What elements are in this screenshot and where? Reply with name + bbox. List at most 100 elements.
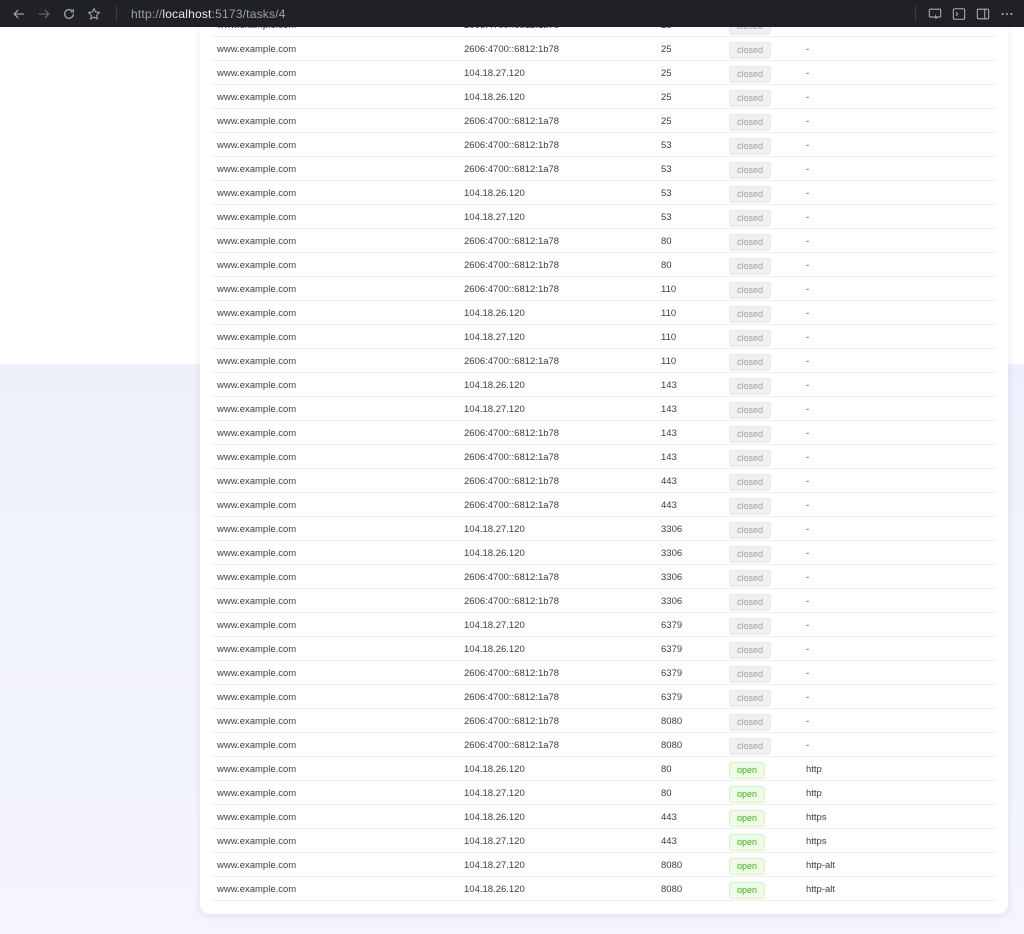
status-badge: closed bbox=[729, 306, 772, 323]
table-row: www.example.com 2606:4700::6812:1b78 330… bbox=[212, 589, 996, 613]
port-cell: 80 bbox=[661, 236, 672, 247]
host-cell: www.example.com bbox=[217, 164, 297, 175]
host-cell: www.example.com bbox=[217, 836, 297, 847]
port-cell: 6379 bbox=[661, 668, 683, 679]
port-cell: 143 bbox=[661, 404, 677, 415]
state-cell: closed bbox=[729, 498, 772, 515]
port-cell: 443 bbox=[661, 476, 677, 487]
service-cell: - bbox=[806, 236, 810, 247]
status-badge: closed bbox=[729, 690, 772, 707]
cast-icon[interactable] bbox=[926, 5, 944, 23]
table-row: www.example.com 2606:4700::6812:1b78 53 … bbox=[212, 133, 996, 157]
ip-cell: 2606:4700::6812:1a78 bbox=[464, 740, 560, 751]
table-row: www.example.com 104.18.27.120 6379 close… bbox=[212, 613, 996, 637]
service-cell: http bbox=[806, 764, 822, 775]
port-cell: 53 bbox=[661, 188, 672, 199]
host-cell: www.example.com bbox=[217, 620, 297, 631]
host-cell: www.example.com bbox=[217, 668, 297, 679]
host-cell: www.example.com bbox=[217, 452, 297, 463]
port-cell: 110 bbox=[661, 284, 677, 295]
table-row: www.example.com 2606:4700::6812:1a78 110… bbox=[212, 349, 996, 373]
ip-cell: 2606:4700::6812:1a78 bbox=[464, 500, 560, 511]
bookmark-star-icon[interactable] bbox=[83, 3, 105, 25]
state-cell: closed bbox=[729, 282, 772, 299]
url-scheme: http:// bbox=[131, 6, 163, 21]
status-badge: closed bbox=[729, 330, 772, 347]
state-cell: open bbox=[729, 858, 766, 875]
toolbar-divider bbox=[116, 5, 117, 22]
status-badge: closed bbox=[729, 498, 772, 515]
url-host: localhost bbox=[162, 6, 212, 21]
table-row: www.example.com 104.18.26.120 80 open ht… bbox=[212, 757, 996, 781]
service-cell: - bbox=[806, 332, 810, 343]
status-badge: closed bbox=[729, 354, 772, 371]
reload-icon[interactable] bbox=[58, 3, 80, 25]
service-cell: - bbox=[806, 428, 810, 439]
address-bar[interactable]: http://localhost:5173/tasks/4 bbox=[131, 7, 286, 21]
ip-cell: 104.18.26.120 bbox=[464, 548, 525, 559]
state-cell: closed bbox=[729, 306, 772, 323]
state-cell: closed bbox=[729, 594, 772, 611]
status-badge: open bbox=[729, 882, 766, 899]
state-cell: closed bbox=[729, 546, 772, 563]
state-cell: closed bbox=[729, 27, 772, 35]
host-cell: www.example.com bbox=[217, 44, 297, 55]
state-cell: closed bbox=[729, 378, 772, 395]
ip-cell: 2606:4700::6812:1a78 bbox=[464, 692, 560, 703]
ip-cell: 2606:4700::6812:1b78 bbox=[464, 716, 560, 727]
table-row: www.example.com 104.18.27.120 53 closed … bbox=[212, 205, 996, 229]
host-cell: www.example.com bbox=[217, 260, 297, 271]
port-cell: 25 bbox=[661, 68, 672, 79]
ip-cell: 104.18.27.120 bbox=[464, 68, 525, 79]
host-cell: www.example.com bbox=[217, 188, 297, 199]
state-cell: closed bbox=[729, 234, 772, 251]
service-cell: - bbox=[806, 716, 810, 727]
sidebar-toggle-icon[interactable] bbox=[974, 5, 992, 23]
ip-cell: 104.18.27.120 bbox=[464, 332, 525, 343]
status-badge: closed bbox=[729, 90, 772, 107]
status-badge: closed bbox=[729, 42, 772, 59]
host-cell: www.example.com bbox=[217, 860, 297, 871]
status-badge: closed bbox=[729, 450, 772, 467]
toolbar-divider bbox=[915, 5, 916, 22]
service-cell: - bbox=[806, 524, 810, 535]
results-card: www.example.com 2606:4700::6812:1b78 25 … bbox=[200, 27, 1008, 914]
status-badge: closed bbox=[729, 378, 772, 395]
service-cell: - bbox=[806, 668, 810, 679]
forward-arrow-icon[interactable] bbox=[33, 3, 55, 25]
status-badge: closed bbox=[729, 402, 772, 419]
table-row: www.example.com 2606:4700::6812:1a78 143… bbox=[212, 445, 996, 469]
toolbar-right-actions bbox=[911, 5, 1016, 23]
ip-cell: 104.18.26.120 bbox=[464, 92, 525, 103]
more-options-icon[interactable] bbox=[998, 5, 1016, 23]
ip-cell: 2606:4700::6812:1a78 bbox=[464, 356, 560, 367]
state-cell: closed bbox=[729, 666, 772, 683]
state-cell: closed bbox=[729, 402, 772, 419]
terminal-icon[interactable] bbox=[950, 5, 968, 23]
state-cell: open bbox=[729, 786, 766, 803]
state-cell: closed bbox=[729, 162, 772, 179]
state-cell: closed bbox=[729, 138, 772, 155]
service-cell: http-alt bbox=[806, 884, 836, 895]
ip-cell: 2606:4700::6812:1a78 bbox=[464, 236, 560, 247]
state-cell: closed bbox=[729, 186, 772, 203]
table-row: www.example.com 104.18.27.120 143 closed… bbox=[212, 397, 996, 421]
back-arrow-icon[interactable] bbox=[8, 3, 30, 25]
status-badge: open bbox=[729, 810, 766, 827]
ip-cell: 2606:4700::6812:1a78 bbox=[464, 452, 560, 463]
browser-toolbar: http://localhost:5173/tasks/4 bbox=[0, 0, 1024, 27]
state-cell: closed bbox=[729, 258, 772, 275]
port-cell: 6379 bbox=[661, 620, 683, 631]
service-cell: - bbox=[806, 188, 810, 199]
service-cell: - bbox=[806, 572, 810, 583]
port-cell: 143 bbox=[661, 428, 677, 439]
port-cell: 8080 bbox=[661, 860, 683, 871]
table-row: www.example.com 2606:4700::6812:1b78 808… bbox=[212, 709, 996, 733]
status-badge: closed bbox=[729, 594, 772, 611]
service-cell: - bbox=[806, 284, 810, 295]
ip-cell: 104.18.27.120 bbox=[464, 524, 525, 535]
service-cell: - bbox=[806, 356, 810, 367]
table-row: www.example.com 104.18.26.120 443 open h… bbox=[212, 805, 996, 829]
port-cell: 25 bbox=[661, 116, 672, 127]
ip-cell: 104.18.27.120 bbox=[464, 788, 525, 799]
